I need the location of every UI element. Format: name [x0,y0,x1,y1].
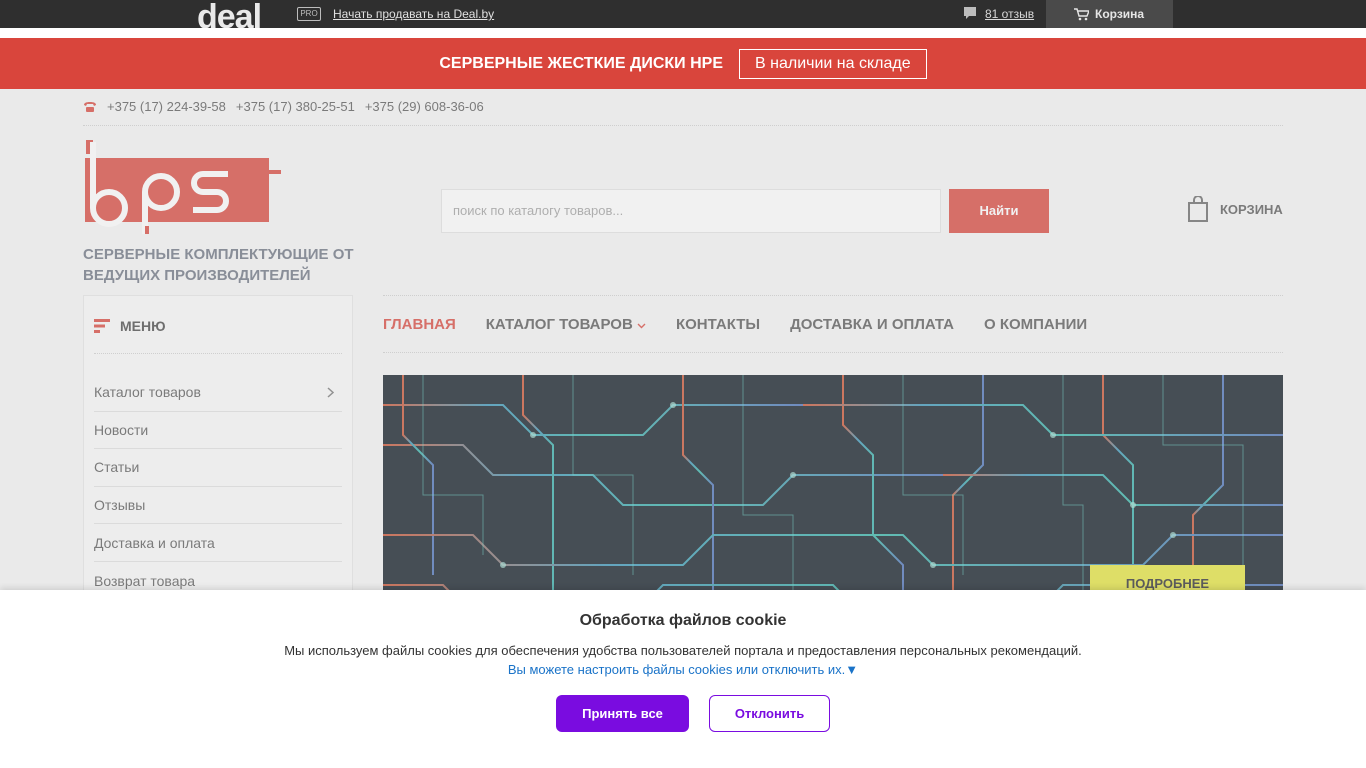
top-cart-button[interactable]: Корзина [1046,0,1173,28]
main-nav: ГЛАВНАЯ КАТАЛОГ ТОВАРОВ КОНТАКТЫ ДОСТАВК… [383,316,1087,333]
sidebar-item-delivery[interactable]: Доставка и оплата [94,524,342,562]
sidebar-item-catalog[interactable]: Каталог товаров [94,374,342,412]
menu-heading[interactable]: МЕНЮ [94,318,166,334]
nav-contacts[interactable]: КОНТАКТЫ [676,316,760,333]
phone-3[interactable]: +375 (29) 608-36-06 [365,99,484,114]
sidebar-item-label: Каталог товаров [94,384,201,401]
search-input[interactable]: поиск по каталогу товаров... [441,189,941,233]
sidebar-list: Каталог товаров Новости Статьи Отзывы До… [94,374,342,600]
cookie-title: Обработка файлов cookie [579,612,787,629]
chevron-right-icon [327,387,334,398]
cookie-text: Мы используем файлы cookies для обеспече… [284,643,1082,658]
cart-icon [1074,7,1089,20]
cookie-settings-link[interactable]: Вы можете настроить файлы cookies или от… [0,662,1366,677]
sidebar-item-label: Доставка и оплата [94,534,215,551]
nav-delivery[interactable]: ДОСТАВКА И ОПЛАТА [790,316,954,333]
nav-divider-bottom [383,352,1283,353]
phone-list: +375 (17) 224-39-58 +375 (17) 380-25-51 … [83,99,484,114]
phone-1[interactable]: +375 (17) 224-39-58 [107,99,226,114]
accept-all-button[interactable]: Принять все [556,695,689,732]
reviews-count[interactable]: 81 отзыв [985,7,1034,21]
nav-home[interactable]: ГЛАВНАЯ [383,316,456,333]
bps-logo[interactable]: bps [83,140,281,236]
sidebar-item-label: Отзывы [94,497,146,514]
menu-icon [94,319,110,333]
header-cart-button[interactable]: КОРЗИНА [1186,196,1283,222]
nav-catalog[interactable]: КАТАЛОГ ТОВАРОВ [486,316,646,333]
cookie-dialog: Обработка файлов cookie Мы используем фа… [0,590,1366,768]
nav-catalog-label: КАТАЛОГ ТОВАРОВ [485,316,633,333]
promo-banner: СЕРВЕРНЫЕ ЖЕСТКИЕ ДИСКИ HPE В наличии на… [0,38,1366,89]
sidebar-item-articles[interactable]: Статьи [94,449,342,487]
header-cart-label: КОРЗИНА [1220,201,1283,217]
top-cart-label: Корзина [1095,7,1145,21]
bps-logo-text: bps [83,140,85,141]
sidebar-item-news[interactable]: Новости [94,412,342,450]
phone-icon [84,101,96,112]
pro-badge: PRO [297,7,321,21]
start-selling-link[interactable]: Начать продавать на Deal.by [333,7,494,21]
comment-icon [964,7,976,19]
decline-button[interactable]: Отклонить [709,695,830,732]
chevron-down-icon [637,323,646,329]
nav-about[interactable]: О КОМПАНИИ [984,316,1087,333]
sidebar-item-reviews[interactable]: Отзывы [94,487,342,525]
promo-text: СЕРВЕРНЫЕ ЖЕСТКИЕ ДИСКИ HPE [439,54,724,72]
menu-title: МЕНЮ [120,318,166,334]
phone-2[interactable]: +375 (17) 380-25-51 [236,99,355,114]
sidebar-item-label: Статьи [94,459,140,476]
site-tagline: СЕРВЕРНЫЕ КОМПЛЕКТУЮЩИЕ ОТ ВЕДУЩИХ ПРОИЗ… [83,246,354,284]
deal-topbar: deal PRO Начать продавать на Deal.by 81 … [0,0,1366,28]
search-button[interactable]: Найти [949,189,1049,233]
contacts-divider [83,125,1283,126]
shopping-bag-icon [1188,196,1208,222]
reviews-link[interactable]: 81 отзыв [963,6,1034,21]
deal-logo[interactable]: deal [197,2,261,28]
nav-divider-top [383,295,1283,296]
promo-button[interactable]: В наличии на складе [739,48,927,79]
sidebar-item-label: Новости [94,421,149,438]
sidebar-item-label: Возврат товара [94,572,196,589]
menu-divider [94,353,342,354]
